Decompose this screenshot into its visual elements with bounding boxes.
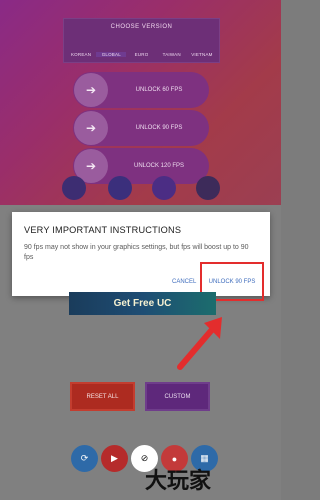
dialog-title: VERY IMPORTANT INSTRUCTIONS <box>24 225 182 235</box>
unlock-60-card[interactable]: ➔ UNLOCK 60 FPS <box>73 72 209 108</box>
version-title: CHOOSE VERSION <box>110 24 173 30</box>
unlock-90-label: UNLOCK 90 FPS <box>135 125 183 131</box>
reset-all-label: RESET ALL <box>86 393 119 400</box>
cancel-button[interactable]: CANCEL <box>172 279 196 285</box>
unlock-90-button-label: UNLOCK 90 FPS <box>208 278 256 285</box>
custom-button[interactable]: CUSTOM <box>145 382 210 411</box>
youtube-icon[interactable]: ▶ <box>101 445 128 472</box>
arrow-right-icon: ➔ <box>74 111 108 145</box>
tab-vietnam[interactable]: VIETNAM <box>187 52 217 57</box>
arrow-right-icon: ➔ <box>74 73 108 107</box>
watermark: 大玩家 <box>145 468 212 494</box>
tab-global[interactable]: GLOBAL <box>96 52 127 57</box>
tab-taiwan[interactable]: TAIWAN <box>157 52 187 57</box>
custom-label: CUSTOM <box>164 393 191 400</box>
banner-text: Get Free UC <box>113 298 172 309</box>
unlock-60-label: UNLOCK 60 FPS <box>135 87 183 93</box>
app-icon[interactable] <box>152 176 176 200</box>
unlock-90-card[interactable]: ➔ UNLOCK 90 FPS <box>73 110 209 146</box>
app-icon[interactable] <box>196 176 220 200</box>
app-icon[interactable] <box>108 176 132 200</box>
tab-korean[interactable]: KOREAN <box>66 52 96 57</box>
app-icon[interactable] <box>62 176 86 200</box>
red-arrow-icon <box>177 317 222 370</box>
version-selector: CHOOSE VERSION KOREAN GLOBAL EURO TAIWAN… <box>63 18 220 63</box>
refresh-icon[interactable]: ⟳ <box>71 445 98 472</box>
reset-all-button[interactable]: RESET ALL <box>70 382 135 411</box>
tab-euro[interactable]: EURO <box>126 52 156 57</box>
version-tabs: KOREAN GLOBAL EURO TAIWAN VIETNAM <box>66 52 217 57</box>
apps-row <box>62 176 222 202</box>
dialog-body: 90 fps may not show in your graphics set… <box>24 244 249 261</box>
